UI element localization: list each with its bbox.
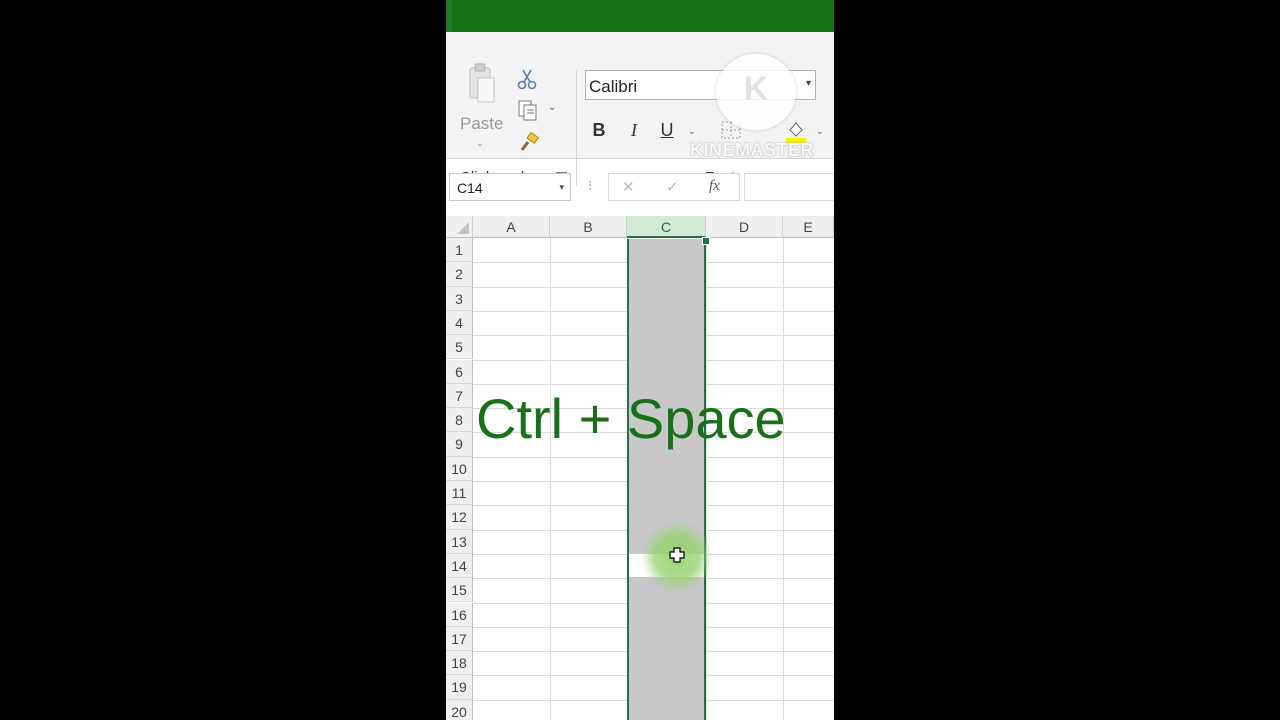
row-header-20[interactable]: 20 [446, 699, 473, 720]
row-header-5[interactable]: 5 [446, 335, 473, 360]
row-header-17[interactable]: 17 [446, 626, 473, 652]
formula-bar: C14 ▾ ⁝ ✕ ✓ fx [446, 170, 834, 204]
fill-color-dropdown-icon[interactable]: ⌄ [816, 126, 824, 137]
row-header-18[interactable]: 18 [446, 651, 473, 676]
cancel-icon[interactable]: ✕ [622, 178, 635, 196]
column-header-e[interactable]: E [783, 216, 834, 238]
row-header-8[interactable]: 8 [446, 408, 473, 433]
font-dropdown-icon[interactable]: ▾ [806, 78, 811, 89]
column-header-d[interactable]: D [706, 216, 783, 238]
name-box-dropdown-icon[interactable]: ▾ [559, 182, 564, 193]
row-header-11[interactable]: 11 [446, 481, 473, 506]
column-header-b[interactable]: B [550, 216, 627, 238]
row-header-14[interactable]: 14 [446, 553, 473, 579]
column-header-c[interactable]: C [627, 216, 706, 238]
name-box-value: C14 [457, 180, 483, 196]
formula-buttons: ✕ ✓ fx [608, 173, 740, 201]
format-painter-icon[interactable] [518, 132, 540, 154]
name-box[interactable]: C14 ▾ [449, 173, 571, 201]
cell-select-cursor-icon [669, 547, 685, 563]
underline-dropdown-icon[interactable]: ⌄ [688, 126, 696, 137]
kinemaster-logo-letter: K [743, 70, 769, 108]
formula-bar-grip-icon[interactable]: ⁝ [588, 177, 592, 194]
copy-dropdown-icon[interactable]: ⌄ [548, 102, 556, 113]
shortcut-overlay-text: Ctrl + Space [476, 387, 786, 450]
row-header-3[interactable]: 3 [446, 286, 473, 311]
selection-fill-handle[interactable] [702, 237, 710, 245]
row-header-4[interactable]: 4 [446, 310, 473, 336]
italic-button[interactable]: I [623, 120, 645, 141]
title-bar [452, 0, 834, 32]
kinemaster-logo: K [716, 54, 796, 130]
formula-input[interactable] [744, 173, 834, 201]
bold-button[interactable]: B [588, 120, 610, 141]
paste-dropdown-icon[interactable]: ⌄ [476, 138, 484, 149]
row-header-13[interactable]: 13 [446, 529, 473, 554]
row-header-6[interactable]: 6 [446, 359, 473, 384]
select-all-triangle-icon [457, 222, 469, 234]
row-header-10[interactable]: 10 [446, 456, 473, 481]
row-header-7[interactable]: 7 [446, 383, 473, 409]
selected-column-range[interactable] [627, 239, 706, 720]
paste-button[interactable]: Paste [460, 114, 503, 134]
group-separator [576, 70, 577, 186]
copy-icon[interactable] [516, 98, 540, 122]
column-header-a[interactable]: A [473, 216, 550, 238]
insert-function-button[interactable]: fx [709, 178, 720, 195]
row-header-2[interactable]: 2 [446, 262, 473, 287]
row-header-15[interactable]: 15 [446, 578, 473, 603]
ribbon: Paste ⌄ ⌄ Clipboard Calibri [446, 32, 834, 186]
row-header-19[interactable]: 19 [446, 675, 473, 700]
underline-button[interactable]: U [656, 120, 678, 141]
row-header-1[interactable]: 1 [446, 238, 473, 263]
enter-icon[interactable]: ✓ [666, 178, 679, 196]
font-name-value: Calibri [589, 77, 638, 96]
select-all-button[interactable] [446, 216, 473, 238]
row-header-12[interactable]: 12 [446, 505, 473, 530]
row-header-16[interactable]: 16 [446, 602, 473, 627]
worksheet-grid: A B C D E 1 2 3 4 5 6 7 8 9 10 11 12 13 14 15 16 17 18 19 20 Ctrl… [446, 216, 834, 720]
row-header-9[interactable]: 9 [446, 432, 473, 457]
cut-icon[interactable] [516, 68, 538, 90]
ribbon-divider [446, 158, 834, 159]
excel-window: Paste ⌄ ⌄ Clipboard Calibri [446, 0, 834, 720]
paste-icon[interactable] [468, 62, 496, 104]
